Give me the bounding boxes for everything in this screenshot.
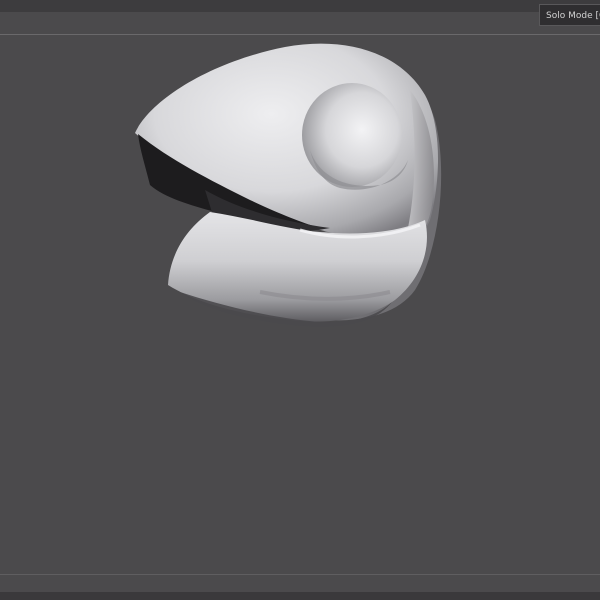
- solo-mode-tooltip: Solo Mode [Q: [539, 4, 600, 26]
- viewport-bottom-border: [0, 574, 600, 575]
- sculpt-app: Solo Mode [Q: [0, 0, 600, 600]
- bottom-toolbar-strip: [0, 592, 600, 600]
- eye-bulge: [302, 83, 402, 187]
- sculpted-head-mesh[interactable]: [0, 0, 600, 600]
- tooltip-text: Solo Mode [Q: [546, 11, 600, 21]
